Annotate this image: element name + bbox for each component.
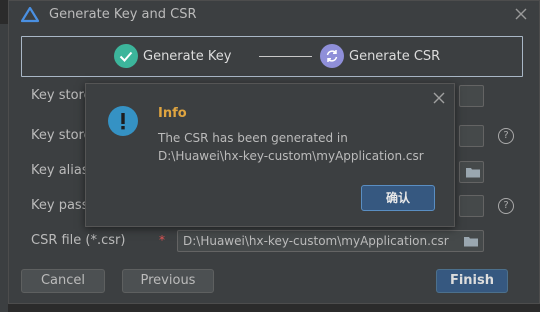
key-store-password-label: Key store — [31, 128, 92, 143]
csr-file-input[interactable]: D:\Huawei\hx-key-custom\myApplication.cs… — [177, 230, 484, 252]
previous-button[interactable]: Previous — [122, 269, 214, 293]
csr-file-label: CSR file (*.csr) — [31, 233, 126, 248]
dialog-title: Info — [158, 106, 187, 121]
required-marker: * — [159, 233, 165, 247]
step-label-generate-key: Generate Key — [143, 49, 232, 64]
help-icon[interactable]: ? — [498, 198, 514, 214]
folder-icon[interactable] — [465, 165, 481, 179]
csr-file-path: D:\Huawei\hx-key-custom\myApplication.cs… — [183, 234, 449, 248]
finish-button[interactable]: Finish — [436, 269, 508, 293]
key-store-file-label: Key store — [31, 88, 92, 103]
help-icon[interactable]: ? — [498, 128, 514, 144]
folder-icon[interactable] — [463, 234, 479, 248]
ide-side-strip — [0, 24, 8, 312]
app-logo-icon — [21, 7, 39, 23]
step-label-generate-csr: Generate CSR — [349, 49, 441, 64]
step-indicator: Generate Key Generate CSR — [21, 36, 523, 77]
step-current-icon — [320, 44, 344, 68]
cancel-button[interactable]: Cancel — [21, 269, 105, 293]
key-alias-label: Key alias — [31, 163, 89, 178]
info-icon — [108, 106, 138, 136]
close-icon[interactable] — [432, 91, 446, 105]
title-bar: Generate Key and CSR — [9, 1, 539, 29]
dialog-message: The CSR has been generated in — [158, 131, 348, 145]
key-store-password-input[interactable] — [459, 125, 484, 147]
key-password-input[interactable] — [459, 195, 484, 217]
step-connector — [259, 56, 312, 57]
refresh-icon — [326, 50, 338, 62]
close-icon[interactable] — [513, 6, 529, 22]
ok-button[interactable]: 确认 — [361, 185, 435, 211]
checkmark-icon — [119, 51, 133, 62]
info-dialog: Info The CSR has been generated in D:\Hu… — [85, 83, 455, 227]
window-title: Generate Key and CSR — [49, 7, 197, 22]
key-store-file-input[interactable] — [459, 85, 484, 107]
dialog-message-path: D:\Huawei\hx-key-custom\myApplication.cs… — [158, 149, 424, 163]
step-done-icon — [114, 44, 138, 68]
key-alias-input[interactable] — [459, 161, 484, 183]
exclamation-icon — [121, 113, 125, 130]
